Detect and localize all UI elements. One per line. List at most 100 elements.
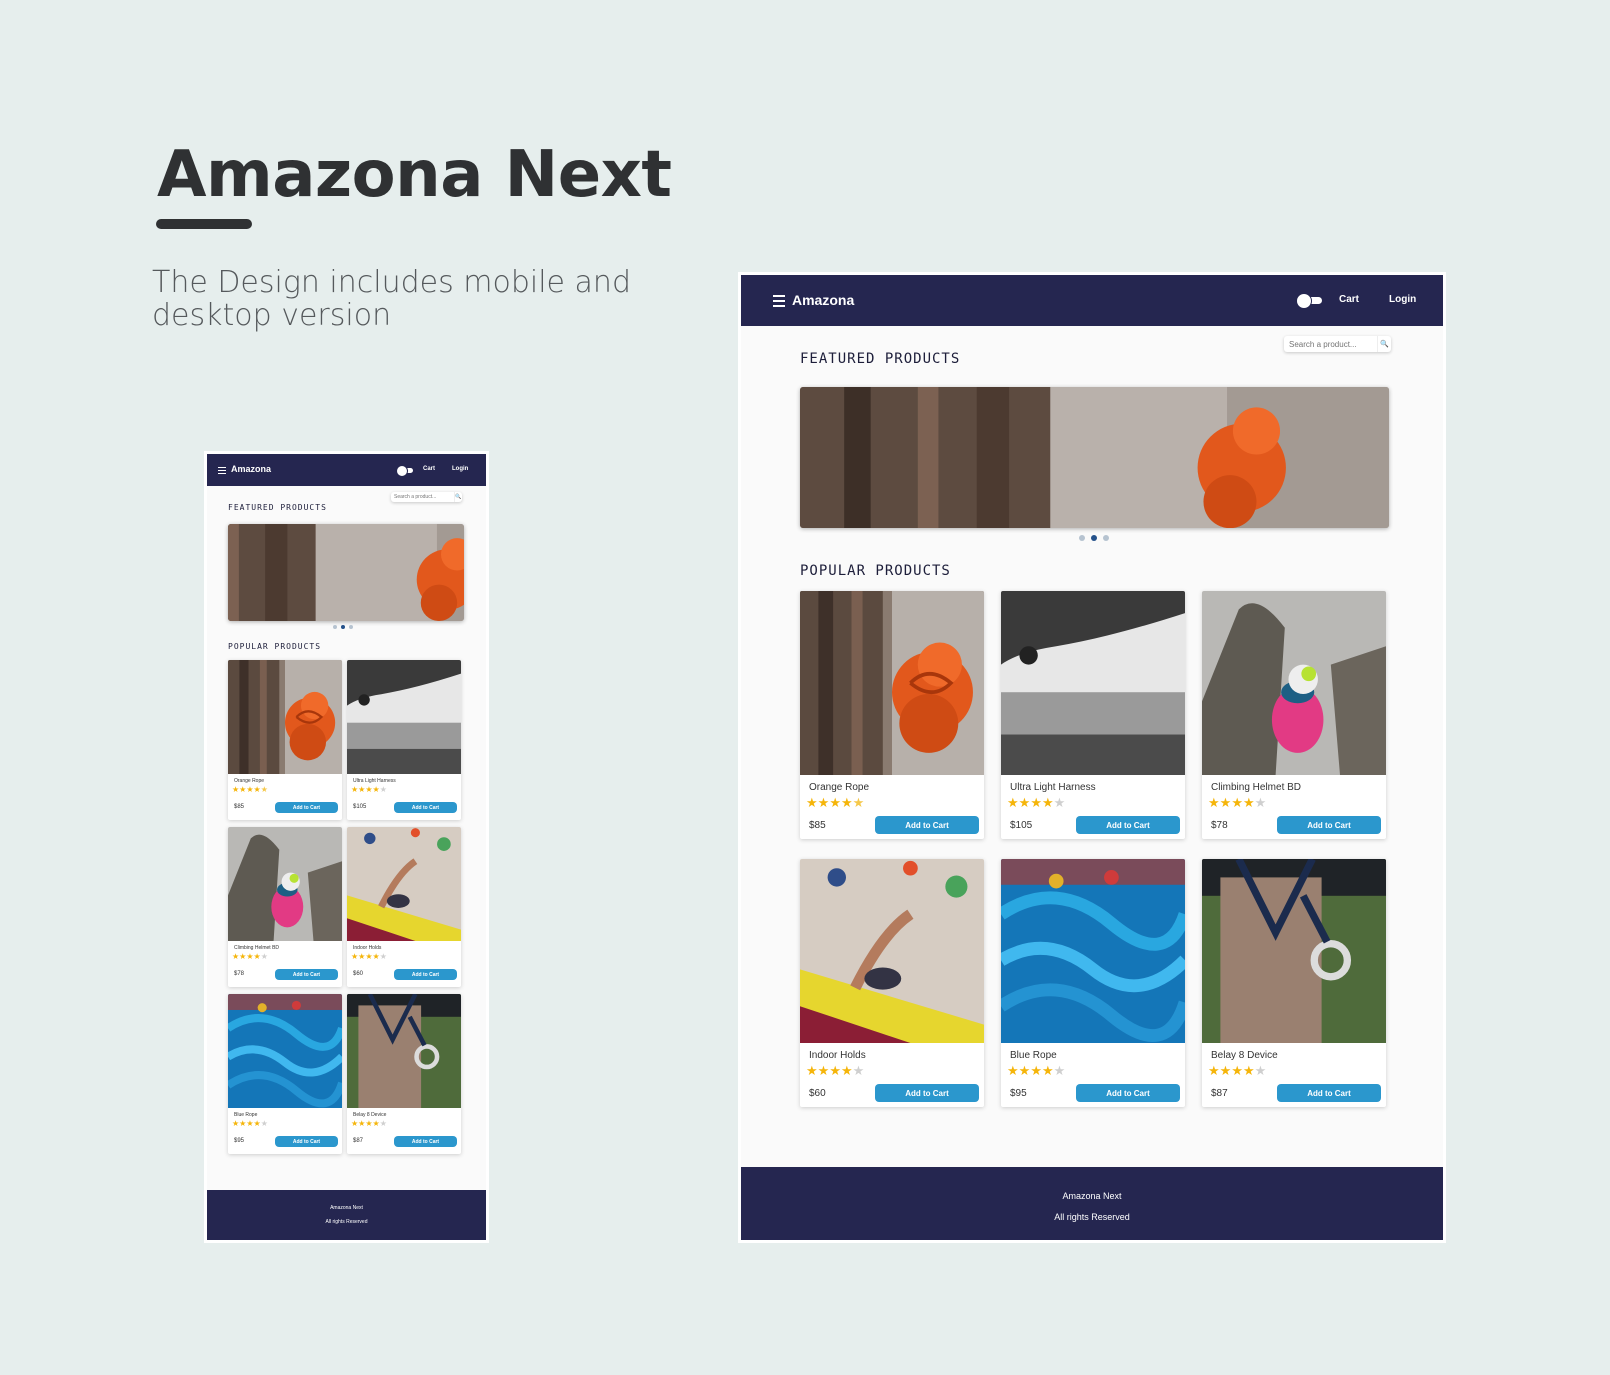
product-name[interactable]: Climbing Helmet BD [234,945,279,951]
theme-toggle[interactable] [396,465,413,477]
rating-stars: ★★★★★ [232,1119,268,1128]
product-image[interactable] [228,994,342,1108]
brand-logo[interactable]: Amazona [231,464,271,474]
desktop-screen: Amazona Cart Login 🔍 FEATURED PRODUCTS P… [738,272,1446,1243]
star-icon: ★ [253,785,261,794]
product-image[interactable] [228,827,342,941]
product-image[interactable] [347,660,461,774]
product-price: $105 [353,804,367,810]
star-icon: ★ [1231,1063,1243,1078]
product-name[interactable]: Belay 8 Device [353,1112,386,1118]
add-to-cart-button[interactable]: Add to Cart [275,802,338,813]
product-name[interactable]: Orange Rope [234,778,264,784]
product-image[interactable] [347,994,461,1108]
product-card[interactable]: Indoor Holds ★★★★★ $60 Add to Cart [347,827,461,987]
footer-rights: All rights Reserved [1054,1212,1130,1222]
product-card[interactable]: Indoor Holds ★★★★★ $60 Add to Cart [800,859,984,1107]
carousel-dot[interactable] [333,625,337,629]
product-name[interactable]: Ultra Light Harness [353,778,396,784]
featured-banner[interactable] [800,387,1389,528]
carousel-dots [1079,535,1115,541]
search-input[interactable] [391,494,454,500]
featured-banner[interactable] [228,524,464,621]
star-icon: ★ [1219,1063,1232,1078]
product-name[interactable]: Climbing Helmet BD [1211,782,1301,793]
product-name[interactable]: Indoor Holds [809,1050,866,1061]
product-card[interactable]: Orange Rope ★★★★★ $85 Add to Cart [800,591,984,839]
star-icon: ★ [260,1119,268,1128]
add-to-cart-button[interactable]: Add to Cart [1076,1084,1180,1102]
product-image[interactable] [1202,591,1386,775]
footer: Amazona Next All rights Reserved [741,1167,1443,1240]
search-icon[interactable]: 🔍 [1377,336,1391,352]
carousel-dot[interactable] [349,625,353,629]
star-icon: ★ [829,1063,841,1078]
star-icon: ★ [817,795,830,810]
add-to-cart-button[interactable]: Add to Cart [1277,1084,1381,1102]
product-price: $95 [234,1138,245,1144]
product-image[interactable] [800,591,984,775]
product-card[interactable]: Ultra Light Harness ★★★★★ $105 Add to Cart [1001,591,1185,839]
carousel-dot[interactable] [1091,535,1097,541]
product-name[interactable]: Blue Rope [234,1112,257,1118]
star-icon: ★ [1254,795,1267,810]
star-icon: ★ [246,952,254,961]
product-image[interactable] [1001,859,1185,1043]
carousel-dot[interactable] [1103,535,1109,541]
product-image[interactable] [228,660,342,774]
add-to-cart-button[interactable]: Add to Cart [875,816,979,834]
popular-title: POPULAR PRODUCTS [800,563,951,579]
add-to-cart-button[interactable]: Add to Cart [1076,816,1180,834]
footer: Amazona Next All rights Reserved [207,1190,486,1240]
product-card[interactable]: Climbing Helmet BD ★★★★★ $78 Add to Cart [1202,591,1386,839]
search-icon[interactable]: 🔍 [454,492,462,502]
product-card[interactable]: Belay 8 Device ★★★★★ $87 Add to Cart [1202,859,1386,1107]
product-price: $105 [1010,820,1033,831]
brand-logo[interactable]: Amazona [792,292,854,308]
product-image[interactable] [800,859,984,1043]
product-name[interactable]: Blue Rope [1010,1050,1057,1061]
product-card[interactable]: Climbing Helmet BD ★★★★★ $78 Add to Cart [228,827,342,987]
product-name[interactable]: Ultra Light Harness [1010,782,1096,793]
product-name[interactable]: Indoor Holds [353,945,381,951]
add-to-cart-button[interactable]: Add to Cart [875,1084,979,1102]
product-image[interactable] [1202,859,1386,1043]
product-price: $60 [353,971,364,977]
product-card[interactable]: Belay 8 Device ★★★★★ $87 Add to Cart [347,994,461,1154]
product-image[interactable] [347,827,461,941]
star-icon: ★ [852,1063,865,1078]
star-icon: ★ [246,785,254,794]
product-name[interactable]: Belay 8 Device [1211,1050,1278,1061]
star-icon: ★ [840,795,853,810]
star-icon: ★ [260,785,268,794]
menu-icon[interactable] [218,467,226,476]
product-name[interactable]: Orange Rope [809,782,869,793]
nav-login-link[interactable]: Login [1389,294,1416,305]
add-to-cart-button[interactable]: Add to Cart [275,1136,338,1147]
add-to-cart-button[interactable]: Add to Cart [1277,816,1381,834]
add-to-cart-button[interactable]: Add to Cart [394,969,457,980]
product-image[interactable] [1001,591,1185,775]
rating-stars: ★★★★★ [1007,1063,1065,1079]
search-input[interactable] [1284,339,1377,349]
nav-login-link[interactable]: Login [452,466,468,472]
carousel-dot[interactable] [341,625,345,629]
star-icon: ★ [1053,1063,1066,1078]
product-price: $85 [809,820,826,831]
add-to-cart-button[interactable]: Add to Cart [394,802,457,813]
theme-toggle[interactable] [1296,293,1322,309]
nav-cart-link[interactable]: Cart [1339,294,1359,305]
nav-cart-link[interactable]: Cart [423,466,435,472]
menu-icon[interactable] [773,295,785,310]
add-to-cart-button[interactable]: Add to Cart [394,1136,457,1147]
star-icon: ★ [1208,1063,1220,1078]
star-icon: ★ [1208,795,1220,810]
product-card[interactable]: Blue Rope ★★★★★ $95 Add to Cart [1001,859,1185,1107]
star-icon: ★ [372,785,380,794]
product-card[interactable]: Blue Rope ★★★★★ $95 Add to Cart [228,994,342,1154]
star-icon: ★ [852,795,865,810]
carousel-dot[interactable] [1079,535,1085,541]
product-card[interactable]: Orange Rope ★★★★★ $85 Add to Cart [228,660,342,820]
add-to-cart-button[interactable]: Add to Cart [275,969,338,980]
product-card[interactable]: Ultra Light Harness ★★★★★ $105 Add to Cart [347,660,461,820]
